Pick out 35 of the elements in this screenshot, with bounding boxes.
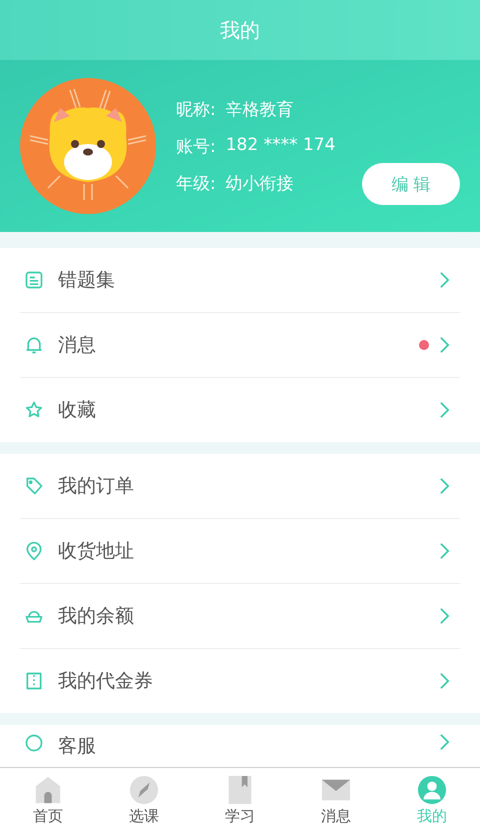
field-value: 182 **** 174 bbox=[226, 134, 336, 156]
menu-item[interactable]: 我的代金券 bbox=[20, 649, 460, 713]
field-label: 年级: bbox=[176, 172, 216, 194]
location-pin-icon bbox=[24, 541, 44, 561]
bell-icon bbox=[24, 335, 44, 355]
menu-item[interactable]: 我的订单 bbox=[20, 454, 460, 519]
menu-item[interactable]: 收货地址 bbox=[20, 519, 460, 584]
chevron-icon bbox=[439, 542, 450, 560]
chevron-icon bbox=[439, 607, 450, 625]
star-icon bbox=[24, 400, 44, 420]
compass-icon bbox=[129, 774, 159, 804]
notes-icon bbox=[24, 270, 44, 290]
chevron-icon bbox=[439, 401, 450, 419]
tag-icon bbox=[24, 476, 44, 496]
ticket-icon bbox=[24, 671, 44, 691]
menu-item[interactable]: 错题集 bbox=[20, 248, 460, 313]
chevron-icon bbox=[439, 733, 450, 751]
tab[interactable]: 消息 bbox=[288, 768, 384, 832]
tab[interactable]: 学习 bbox=[192, 768, 288, 832]
chevron-icon bbox=[439, 271, 450, 289]
person-icon bbox=[417, 774, 447, 804]
menu-item[interactable]: 消息 bbox=[20, 313, 460, 378]
chevron-icon bbox=[439, 672, 450, 690]
menu-item[interactable]: 收藏 bbox=[20, 378, 460, 442]
field-label: 账号: bbox=[176, 136, 216, 158]
tab[interactable]: 首页 bbox=[0, 768, 96, 832]
page-title: 我的 bbox=[220, 16, 260, 44]
home-icon bbox=[33, 774, 63, 804]
chevron-icon bbox=[439, 336, 450, 354]
tab[interactable]: 选课 bbox=[96, 768, 192, 832]
field-value: 辛格教育 bbox=[226, 98, 294, 120]
menu-item[interactable]: 我的余额 bbox=[20, 584, 460, 649]
field-label: 昵称: bbox=[176, 98, 216, 120]
field-value: 幼小衔接 bbox=[226, 172, 294, 194]
chevron-icon bbox=[439, 477, 450, 495]
